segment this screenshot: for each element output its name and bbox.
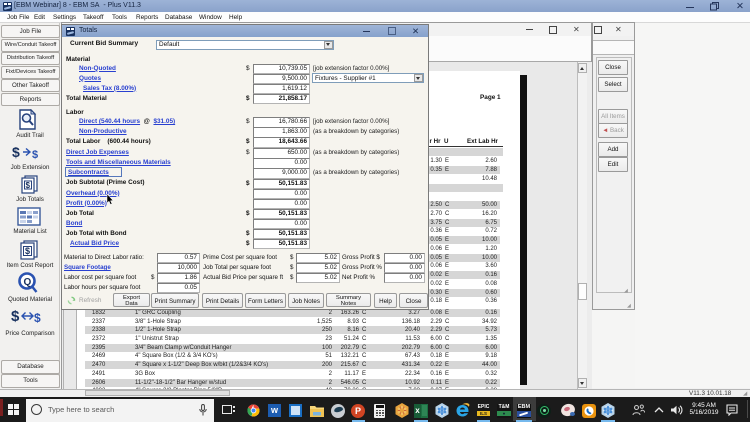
svg-text:$: $ [11, 308, 20, 325]
svg-text:Q: Q [24, 277, 32, 288]
svg-text:$: $ [25, 246, 30, 256]
svg-text:$: $ [34, 311, 41, 325]
svg-text:$: $ [26, 181, 31, 190]
svg-text:$: $ [12, 144, 20, 160]
svg-text:$: $ [32, 149, 38, 161]
